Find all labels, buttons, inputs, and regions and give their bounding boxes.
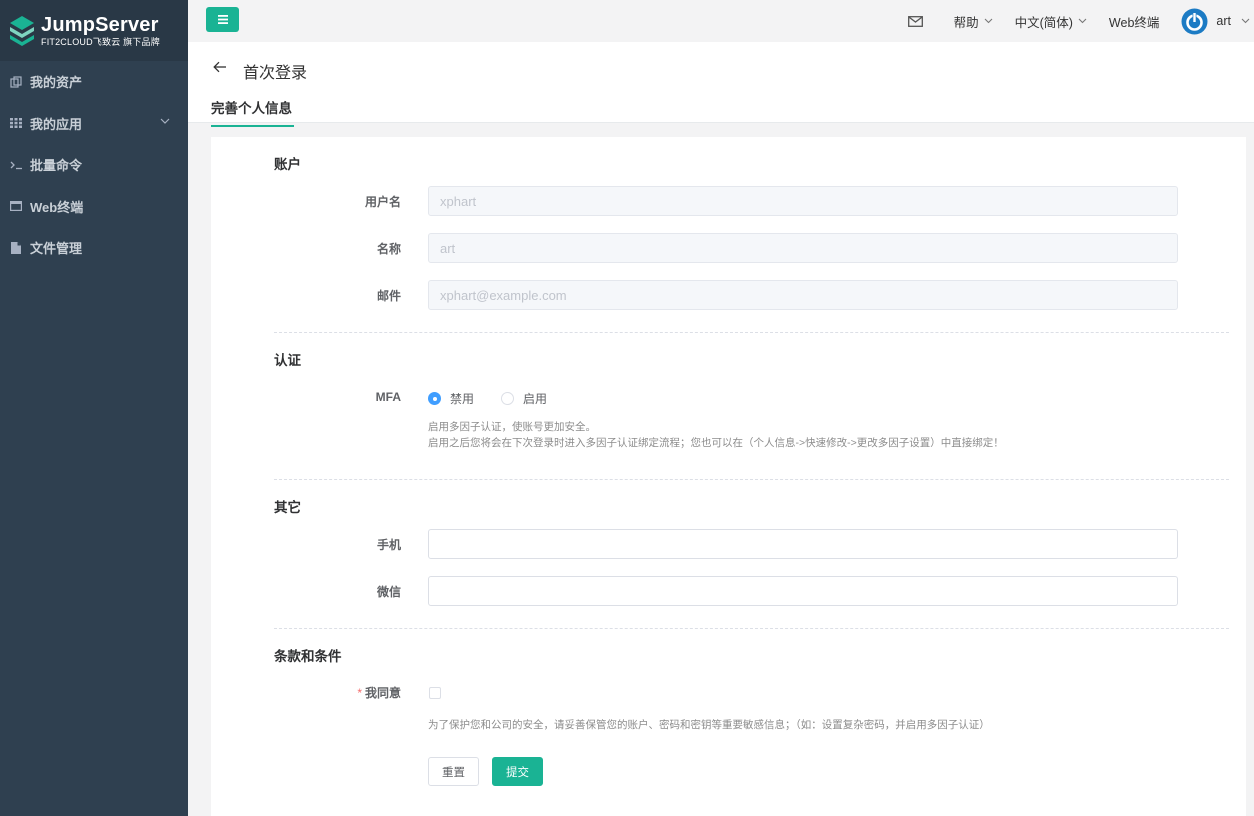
email-label: 邮件: [376, 289, 401, 303]
menu-icon: [217, 15, 228, 24]
section-divider: [274, 479, 1229, 480]
back-button[interactable]: [213, 60, 227, 78]
name-field[interactable]: [428, 233, 1178, 263]
sidebar: JumpServer FIT2CLOUD飞致云 旗下品牌 我的资产 我的应用 批…: [0, 0, 188, 816]
section-title-auth: 认证: [274, 353, 301, 368]
user-dropdown[interactable]: art: [1181, 8, 1254, 35]
assets-icon: [9, 75, 23, 89]
submit-button[interactable]: 提交: [492, 757, 543, 786]
tab-complete-profile[interactable]: 完善个人信息: [211, 97, 294, 127]
sidebar-item-label: 我的资产: [30, 75, 83, 91]
chevron-down-icon: [984, 18, 992, 24]
sidebar-toggle-button[interactable]: [206, 7, 239, 32]
top-header: 帮助 中文(简体) Web终端 art: [188, 0, 1254, 42]
username-field[interactable]: [428, 186, 1178, 216]
radio-label: 启用: [523, 392, 548, 406]
agree-label: * 我同意: [241, 684, 401, 701]
chevron-down-icon: [1078, 18, 1087, 24]
agree-checkbox[interactable]: [429, 687, 441, 699]
main-content: 首次登录 完善个人信息 账户 用户名 名称 邮件 认证 MFA 禁用 启用 启用…: [188, 42, 1254, 816]
web-terminal-label: Web终端: [1108, 15, 1160, 30]
page-title: 首次登录: [243, 65, 308, 82]
reset-button[interactable]: 重置: [428, 757, 479, 786]
section-title-account: 账户: [274, 157, 301, 172]
mfa-enable-radio[interactable]: 启用: [501, 390, 547, 407]
mail-button[interactable]: [907, 15, 923, 27]
brand-subtitle: FIT2CLOUD飞致云 旗下品牌: [41, 36, 160, 47]
chevron-down-icon: [1241, 18, 1250, 24]
mfa-label: MFA: [375, 390, 401, 404]
mail-icon: [907, 15, 923, 27]
brand-title: JumpServer: [41, 13, 159, 36]
window-icon: [9, 199, 23, 213]
brand-logo[interactable]: JumpServer FIT2CLOUD飞致云 旗下品牌: [0, 0, 188, 61]
section-divider: [274, 628, 1229, 629]
terms-help-text: 为了保护您和公司的安全，请妥善保管您的账户、密码和密钥等重要敏感信息；（如：设置…: [428, 719, 990, 731]
grid-icon: [9, 116, 23, 130]
sidebar-item-label: 文件管理: [30, 241, 83, 257]
sidebar-item-web-terminal[interactable]: Web终端: [0, 186, 188, 228]
radio-dot: [501, 392, 514, 405]
radio-dot: [428, 392, 441, 405]
wechat-label: 微信: [376, 585, 401, 599]
terminal-icon: [9, 158, 23, 172]
wechat-field[interactable]: [428, 576, 1178, 606]
sidebar-menu: 我的资产 我的应用 批量命令 Web终端 文件管理: [0, 61, 188, 269]
mfa-help-text-2: 启用之后您将会在下次登录时进入多因子认证绑定流程；您也可以在（个人信息->快速修…: [428, 437, 1004, 449]
sidebar-item-my-apps[interactable]: 我的应用: [0, 103, 188, 145]
user-name: art: [1216, 14, 1231, 28]
mfa-disable-radio[interactable]: 禁用: [428, 390, 474, 407]
phone-field[interactable]: [428, 529, 1178, 559]
avatar: [1181, 8, 1208, 34]
sidebar-item-label: Web终端: [30, 199, 84, 215]
sidebar-item-label: 我的应用: [30, 116, 83, 132]
arrow-left-icon: [213, 61, 226, 73]
mfa-help-text-1: 启用多因子认证，使账号更加安全。: [428, 421, 596, 433]
sidebar-item-label: 批量命令: [30, 158, 83, 174]
sidebar-item-batch-command[interactable]: 批量命令: [0, 144, 188, 186]
radio-label: 禁用: [450, 392, 475, 406]
web-terminal-link[interactable]: Web终端: [1109, 12, 1159, 31]
section-title-terms: 条款和条件: [274, 649, 342, 664]
profile-form-card: 账户 用户名 名称 邮件 认证 MFA 禁用 启用 启用多因子认证，使账号更加安…: [211, 137, 1246, 816]
help-label: 帮助: [953, 15, 979, 30]
sidebar-item-my-assets[interactable]: 我的资产: [0, 61, 188, 103]
section-divider: [274, 332, 1229, 333]
required-mark: *: [357, 686, 362, 700]
username-label: 用户名: [364, 195, 401, 209]
help-dropdown[interactable]: 帮助: [954, 12, 993, 31]
file-icon: [9, 241, 23, 255]
page-header: 首次登录 完善个人信息: [188, 42, 1254, 127]
chevron-down-icon: [160, 118, 170, 124]
language-label: 中文(简体): [1014, 15, 1073, 30]
section-title-other: 其它: [274, 500, 301, 515]
sidebar-item-file-manager[interactable]: 文件管理: [0, 227, 188, 269]
jumpserver-logo-icon: [10, 15, 34, 46]
phone-label: 手机: [376, 538, 401, 552]
email-field[interactable]: [428, 280, 1178, 310]
name-label: 名称: [376, 242, 401, 256]
agree-label-text: 我同意: [364, 686, 401, 700]
language-dropdown[interactable]: 中文(简体): [1015, 12, 1087, 31]
